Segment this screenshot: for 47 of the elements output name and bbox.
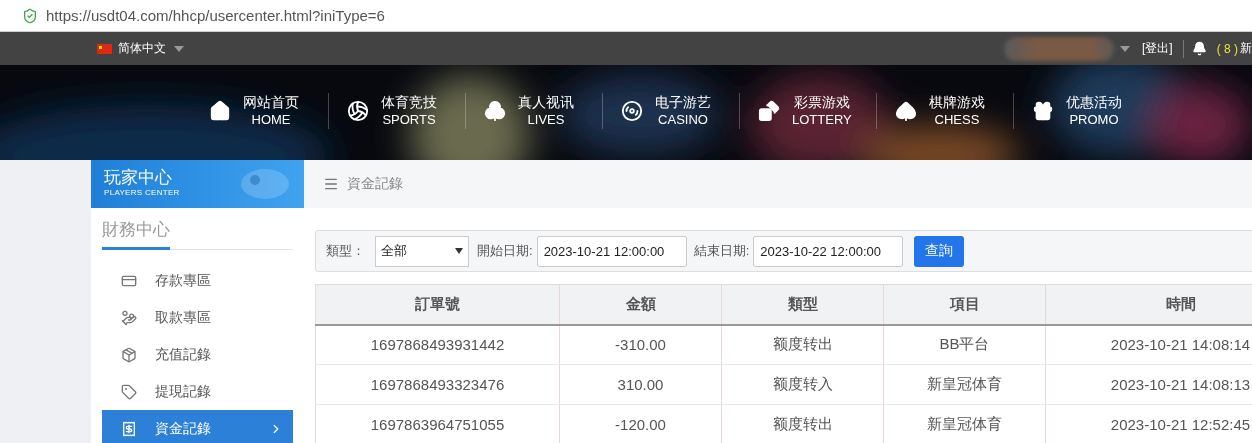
table-cell: 2023-10-21 12:52:45	[1045, 404, 1252, 443]
url-text[interactable]: https://usdt04.com/hhcp/usercenter.html?iniType=6	[46, 7, 385, 24]
table-cell: -310.00	[559, 324, 722, 365]
sidebar-item[interactable]: 提現記錄	[102, 373, 293, 410]
start-date-label: 開始日期:	[477, 242, 533, 260]
nav-item[interactable]: 网站首页 HOME	[191, 93, 328, 129]
sidebar-title: 玩家中心	[104, 168, 172, 188]
table-cell: 1697868493323476	[315, 364, 560, 405]
table-cell: 310.00	[559, 364, 722, 405]
table-cell: 额度转出	[721, 404, 884, 443]
notification-count[interactable]: ( 8 )	[1216, 41, 1238, 56]
column-header[interactable]: 類型	[721, 284, 884, 325]
column-header[interactable]: 時間	[1045, 284, 1252, 325]
table-cell: 额度转入	[721, 364, 884, 405]
query-button[interactable]: 查詢	[914, 235, 965, 267]
start-date-field[interactable]: 2023-10-21 12:00:00	[536, 235, 687, 267]
sidebar-item[interactable]: 取款專區	[102, 299, 293, 336]
nav-item[interactable]: 真人视讯 LIVES	[465, 93, 602, 129]
table-cell: 额度转出	[721, 324, 884, 365]
end-date-label: 結束日期:	[693, 242, 750, 260]
table-cell: -120.00	[559, 404, 722, 443]
logout-link[interactable]: [登出]	[1142, 40, 1173, 57]
nav-item[interactable]: 优惠活动 PROMO	[1013, 93, 1150, 129]
sidebar-subtitle: PLAYERS CENTER	[104, 188, 180, 197]
table-cell: BB平台	[883, 324, 1046, 365]
table-cell: 2023-10-21 14:08:14	[1045, 324, 1252, 365]
table-cell: 2023-10-21 14:08:13	[1045, 364, 1252, 405]
type-label: 類型：	[326, 242, 365, 260]
language-selector[interactable]: 简体中文	[118, 40, 166, 57]
nav-item[interactable]: 体育竞技 SPORTS	[328, 93, 465, 129]
column-header[interactable]: 項目	[883, 284, 1046, 325]
sidebar-item[interactable]: 充值記錄	[102, 336, 293, 373]
page-title: 資金記錄	[347, 175, 403, 193]
table-cell: 新皇冠体育	[883, 364, 1046, 405]
column-header[interactable]: 訂單號	[315, 284, 560, 325]
sidebar-item[interactable]: 存款專區	[102, 262, 293, 299]
sidebar-item[interactable]: 資金記錄	[102, 410, 293, 443]
nav-item[interactable]: 彩票游戏 LOTTERY	[739, 93, 876, 129]
nav-item[interactable]: 电子游艺 CASINO	[602, 93, 739, 129]
column-header[interactable]: 金額	[559, 284, 722, 325]
notification-label[interactable]: 新	[1240, 40, 1252, 57]
table-cell: 新皇冠体育	[883, 404, 1046, 443]
type-select[interactable]: 全部	[375, 235, 469, 267]
table-cell: 1697863964751055	[315, 404, 560, 443]
nav-item[interactable]: 棋牌游戏 CHESS	[876, 93, 1013, 129]
end-date-field[interactable]: 2023-10-22 12:00:00	[753, 235, 904, 267]
table-cell: 1697868493931442	[315, 324, 560, 365]
